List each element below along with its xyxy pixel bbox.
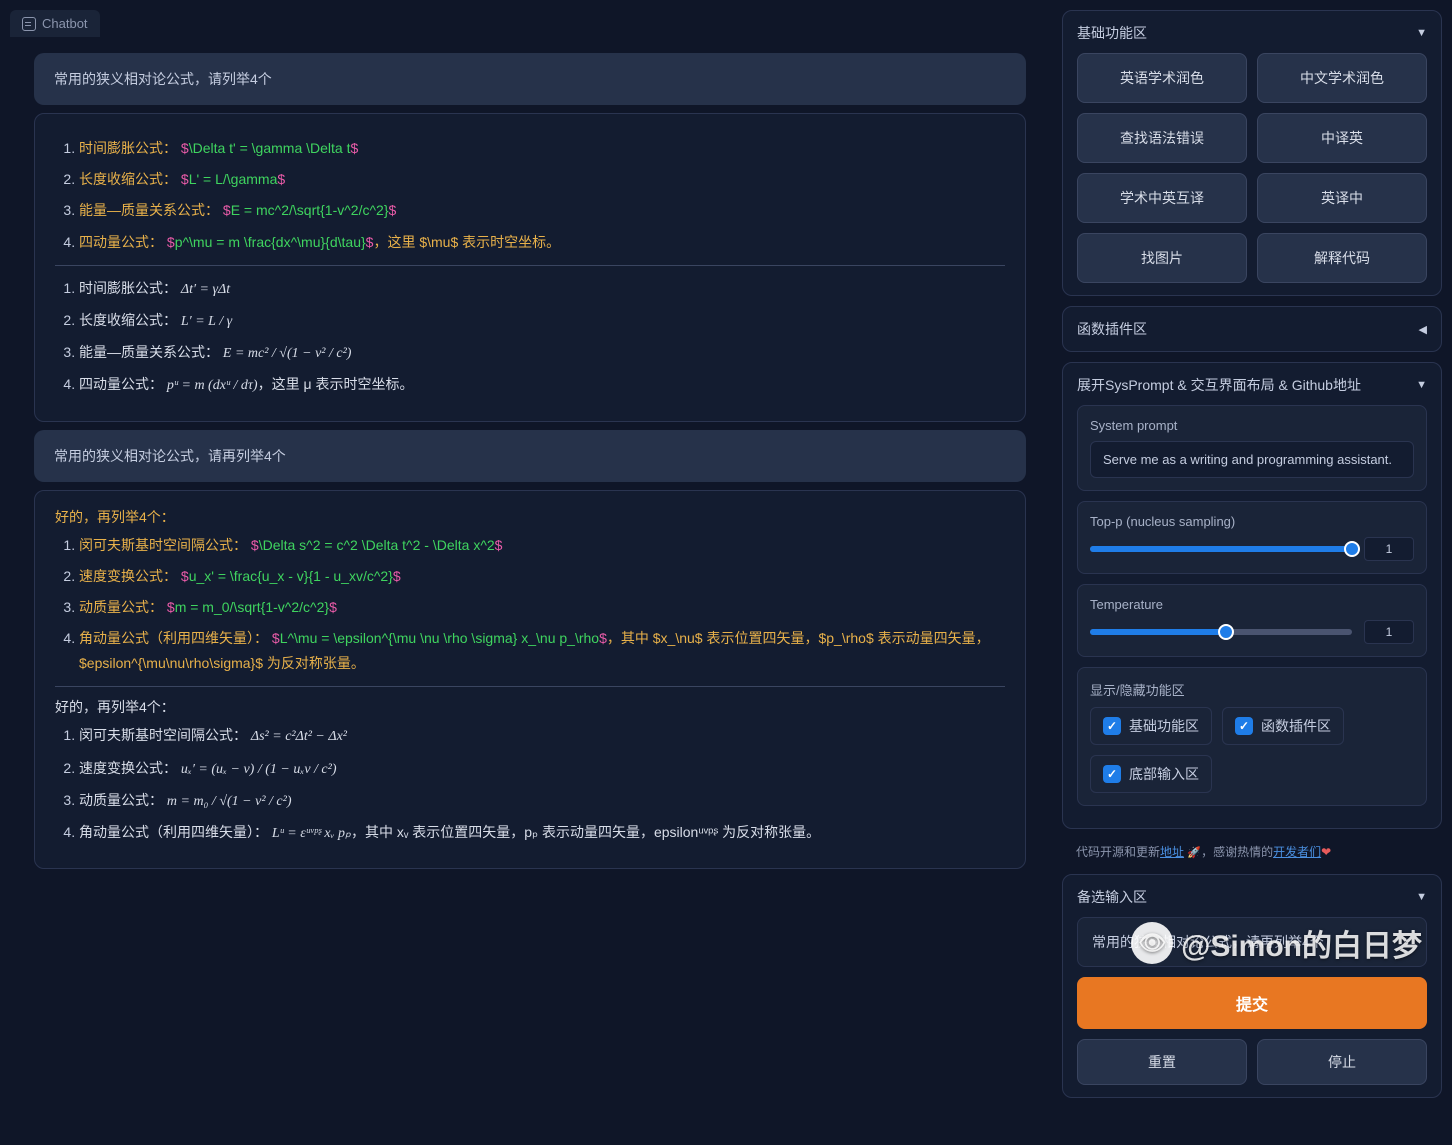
chevron-down-icon: ▼: [1416, 379, 1427, 391]
checkbox-icon: ✓: [1103, 765, 1121, 783]
stop-button[interactable]: 停止: [1257, 1039, 1427, 1085]
panel-title: 基础功能区: [1077, 23, 1147, 43]
temperature-value: 1: [1364, 620, 1414, 644]
repo-link[interactable]: 地址: [1160, 845, 1184, 859]
plugins-panel: 函数插件区 ◀: [1062, 306, 1442, 352]
topp-value: 1: [1364, 537, 1414, 561]
system-prompt-label: System prompt: [1090, 418, 1414, 433]
chatbot-tab[interactable]: Chatbot: [10, 10, 100, 37]
chevron-down-icon: ▼: [1416, 891, 1427, 903]
plugins-panel-header[interactable]: 函数插件区 ◀: [1077, 319, 1427, 339]
user-message: 常用的狭义相对论公式，请列举4个: [34, 53, 1026, 105]
panel-title: 备选输入区: [1077, 887, 1147, 907]
chevron-down-icon: ▼: [1416, 27, 1427, 39]
toggle-label: 显示/隐藏功能区: [1090, 680, 1414, 699]
basic-panel: 基础功能区 ▼ 英语学术润色 中文学术润色 查找语法错误 中译英 学术中英互译 …: [1062, 10, 1442, 296]
fn-explain-code[interactable]: 解释代码: [1257, 233, 1427, 283]
panel-title: 展开SysPrompt & 交互界面布局 & Github地址: [1077, 375, 1361, 395]
alt-input[interactable]: 常用的狭义相对论公式，请再列举4个: [1077, 917, 1427, 967]
user-message: 常用的狭义相对论公式，请再列举4个: [34, 430, 1026, 482]
topp-label: Top-p (nucleus sampling): [1090, 514, 1414, 529]
input-panel: 备选输入区 ▼ 常用的狭义相对论公式，请再列举4个 提交 重置 停止: [1062, 874, 1442, 1098]
fn-academic-trans[interactable]: 学术中英互译: [1077, 173, 1247, 223]
devs-link[interactable]: 开发者们: [1273, 845, 1321, 859]
topp-slider[interactable]: [1090, 546, 1352, 552]
reset-button[interactable]: 重置: [1077, 1039, 1247, 1085]
check-basic[interactable]: ✓基础功能区: [1090, 707, 1212, 745]
fn-chinese-polish[interactable]: 中文学术润色: [1257, 53, 1427, 103]
footer-note: 代码开源和更新地址 🚀，感谢热情的开发者们❤: [1062, 839, 1442, 864]
basic-panel-header[interactable]: 基础功能区 ▼: [1077, 23, 1427, 43]
checkbox-icon: ✓: [1103, 717, 1121, 735]
check-plugins[interactable]: ✓函数插件区: [1222, 707, 1344, 745]
check-input[interactable]: ✓底部输入区: [1090, 755, 1212, 793]
submit-button[interactable]: 提交: [1077, 977, 1427, 1029]
chevron-left-icon: ◀: [1419, 323, 1427, 336]
fn-find-image[interactable]: 找图片: [1077, 233, 1247, 283]
tab-label: Chatbot: [42, 16, 88, 31]
input-panel-header[interactable]: 备选输入区 ▼: [1077, 887, 1427, 907]
fn-en2zh[interactable]: 英译中: [1257, 173, 1427, 223]
temperature-slider[interactable]: [1090, 629, 1352, 635]
panel-title: 函数插件区: [1077, 319, 1147, 339]
temperature-label: Temperature: [1090, 597, 1414, 612]
system-prompt-input[interactable]: Serve me as a writing and programming as…: [1090, 441, 1414, 478]
sysprompt-panel-header[interactable]: 展开SysPrompt & 交互界面布局 & Github地址 ▼: [1077, 375, 1427, 395]
checkbox-icon: ✓: [1235, 717, 1253, 735]
chat-history: 常用的狭义相对论公式，请列举4个 时间膨胀公式： $\Delta t' = \g…: [10, 37, 1050, 1135]
bot-message: 时间膨胀公式： $\Delta t' = \gamma \Delta t$ 长度…: [34, 113, 1026, 422]
fn-zh2en[interactable]: 中译英: [1257, 113, 1427, 163]
chat-icon: [22, 17, 36, 31]
sysprompt-panel: 展开SysPrompt & 交互界面布局 & Github地址 ▼ System…: [1062, 362, 1442, 829]
fn-english-polish[interactable]: 英语学术润色: [1077, 53, 1247, 103]
fn-grammar[interactable]: 查找语法错误: [1077, 113, 1247, 163]
bot-message: 好的，再列举4个： 闵可夫斯基时空间隔公式： $\Delta s^2 = c^2…: [34, 490, 1026, 870]
